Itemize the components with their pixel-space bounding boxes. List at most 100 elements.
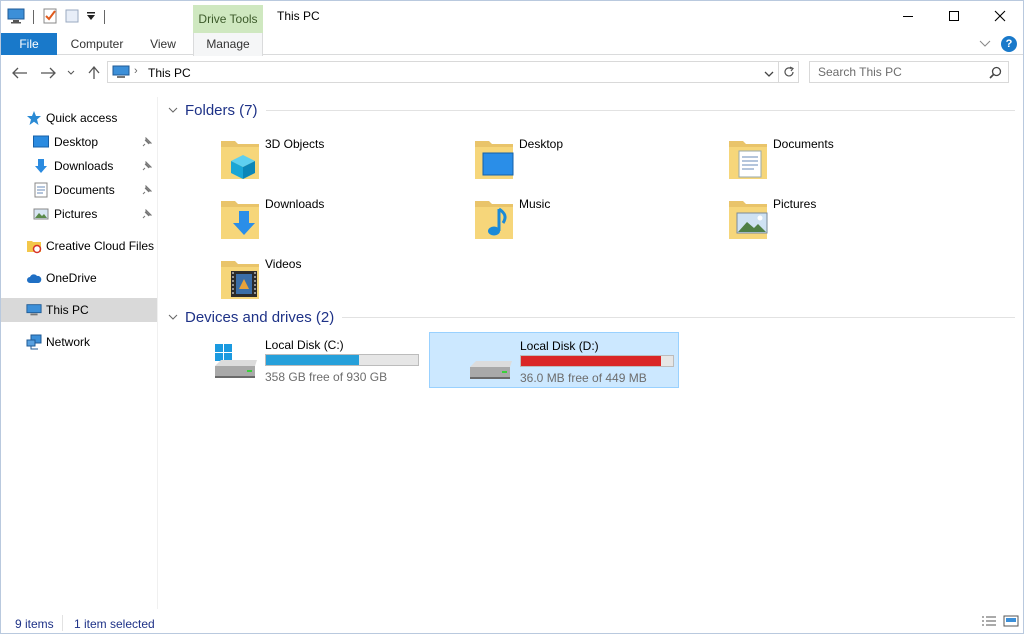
new-folder-icon[interactable] — [64, 8, 80, 27]
customize-toolbar-icon[interactable] — [86, 10, 96, 25]
downloads-folder-icon — [219, 193, 263, 241]
windows-drive-icon — [211, 344, 259, 380]
quick-access-toolbar — [7, 7, 107, 27]
window-title: This PC — [277, 9, 320, 23]
selection-count: 1 item selected — [74, 617, 155, 631]
close-button[interactable] — [977, 1, 1023, 31]
tab-view[interactable]: View — [141, 33, 185, 55]
folder-name: Documents — [773, 137, 834, 151]
content-pane: Folders (7) 3D Objects Desktop Documents — [159, 97, 1023, 607]
minimize-button[interactable] — [885, 1, 931, 31]
drive-usage-fill — [521, 356, 661, 366]
drive-free-space: 358 GB free of 930 GB — [265, 370, 388, 384]
sidebar-item-network[interactable]: Network — [1, 330, 157, 354]
folders-group-header[interactable]: Folders (7) — [167, 100, 1015, 120]
folder-tile-3d-objects[interactable]: 3D Objects — [159, 129, 409, 185]
up-button[interactable] — [85, 65, 103, 81]
collapse-chevron-icon[interactable] — [167, 104, 179, 116]
help-icon[interactable]: ? — [1001, 36, 1017, 52]
tab-file[interactable]: File — [1, 33, 57, 55]
chevron-down-icon — [67, 70, 75, 75]
forward-button[interactable] — [39, 65, 57, 81]
pin-icon[interactable] — [142, 136, 153, 150]
group-divider — [265, 109, 1015, 111]
group-divider — [342, 316, 1015, 318]
folder-tile-documents[interactable]: Documents — [667, 129, 917, 185]
pin-icon[interactable] — [142, 208, 153, 222]
folder-tile-pictures[interactable]: Pictures — [667, 189, 917, 245]
desktop-folder-icon — [473, 133, 517, 181]
sidebar-item-label: Quick access — [46, 111, 118, 125]
sidebar-item-onedrive[interactable]: OneDrive — [1, 266, 157, 290]
sidebar-item-quick-access[interactable]: Quick access — [1, 106, 157, 130]
cloud-icon — [26, 270, 42, 286]
search-input[interactable] — [810, 62, 980, 82]
drive-free-space: 36.0 MB free of 449 MB — [520, 371, 647, 385]
status-divider — [62, 615, 63, 631]
maximize-icon — [949, 11, 959, 21]
drives-group-header[interactable]: Devices and drives (2) — [167, 307, 1015, 327]
sidebar-item-label: OneDrive — [46, 271, 97, 285]
sidebar-item-downloads[interactable]: Downloads — [1, 154, 157, 178]
folder-name: Pictures — [773, 197, 817, 211]
computer-icon[interactable] — [7, 8, 25, 27]
toolbar-separator — [33, 10, 34, 24]
recent-locations-button[interactable] — [65, 65, 77, 81]
pin-icon[interactable] — [142, 160, 153, 174]
music-folder-icon — [473, 193, 517, 241]
folder-tile-videos[interactable]: Videos — [159, 249, 409, 305]
tab-manage[interactable]: Manage — [193, 33, 263, 56]
back-button[interactable] — [11, 65, 29, 81]
drive-tile-c[interactable]: Local Disk (C:) 358 GB free of 930 GB — [175, 332, 425, 388]
title-bar: Drive Tools This PC — [1, 1, 1023, 33]
sidebar-item-this-pc[interactable]: This PC — [1, 298, 157, 322]
forward-arrow-icon — [41, 67, 56, 79]
group-title: Devices and drives (2) — [185, 308, 335, 326]
breadcrumb-this-pc[interactable]: This PC — [148, 66, 191, 80]
ribbon-tabs: File Computer View Manage ? — [1, 33, 1023, 56]
download-arrow-icon — [33, 158, 49, 174]
address-dropdown-chevron-icon[interactable] — [764, 67, 774, 81]
expand-ribbon-chevron-icon[interactable] — [979, 37, 991, 51]
sidebar-item-pictures[interactable]: Pictures — [1, 202, 157, 226]
search-icon[interactable] — [989, 66, 1002, 82]
sidebar-item-creative-cloud-files[interactable]: Creative Cloud Files — [1, 234, 157, 258]
videos-folder-icon — [219, 253, 263, 301]
address-bar[interactable]: › This PC — [107, 61, 779, 83]
sidebar-item-label: Documents — [54, 183, 115, 197]
properties-icon[interactable] — [42, 8, 58, 27]
pin-icon[interactable] — [142, 184, 153, 198]
ribbon-controls: ? — [979, 36, 1017, 52]
large-icons-view-icon[interactable] — [1003, 615, 1019, 630]
folder-tile-downloads[interactable]: Downloads — [159, 189, 409, 245]
documents-folder-icon — [727, 133, 771, 181]
folder-tile-music[interactable]: Music — [413, 189, 663, 245]
folder-name: Downloads — [265, 197, 325, 211]
explorer-window: Drive Tools This PC File Computer View M… — [0, 0, 1024, 634]
folder-name: Music — [519, 197, 551, 211]
tab-computer[interactable]: Computer — [61, 33, 133, 55]
creative-cloud-folder-icon — [26, 238, 42, 254]
desktop-icon — [33, 134, 49, 150]
folder-tile-desktop[interactable]: Desktop — [413, 129, 663, 185]
folder-name: 3D Objects — [265, 137, 325, 151]
search-box[interactable] — [809, 61, 1009, 83]
collapse-chevron-icon[interactable] — [167, 311, 179, 323]
drive-tools-contextual-tab: Drive Tools — [193, 5, 263, 33]
minimize-icon — [903, 16, 913, 17]
pictures-folder-icon — [727, 193, 771, 241]
folder-name: Desktop — [519, 137, 564, 151]
pictures-icon — [33, 206, 49, 222]
refresh-button[interactable] — [779, 61, 799, 83]
sidebar-item-desktop[interactable]: Desktop — [1, 130, 157, 154]
sidebar-item-label: This PC — [46, 303, 89, 317]
toolbar-separator — [104, 10, 105, 24]
close-icon — [994, 10, 1006, 22]
group-title: Folders (7) — [185, 101, 258, 119]
sidebar-item-documents[interactable]: Documents — [1, 178, 157, 202]
drive-tile-d[interactable]: Local Disk (D:) 36.0 MB free of 449 MB — [429, 332, 679, 388]
maximize-button[interactable] — [931, 1, 977, 31]
drive-usage-fill — [266, 355, 360, 365]
details-view-icon[interactable] — [981, 615, 997, 630]
star-icon — [26, 110, 42, 126]
